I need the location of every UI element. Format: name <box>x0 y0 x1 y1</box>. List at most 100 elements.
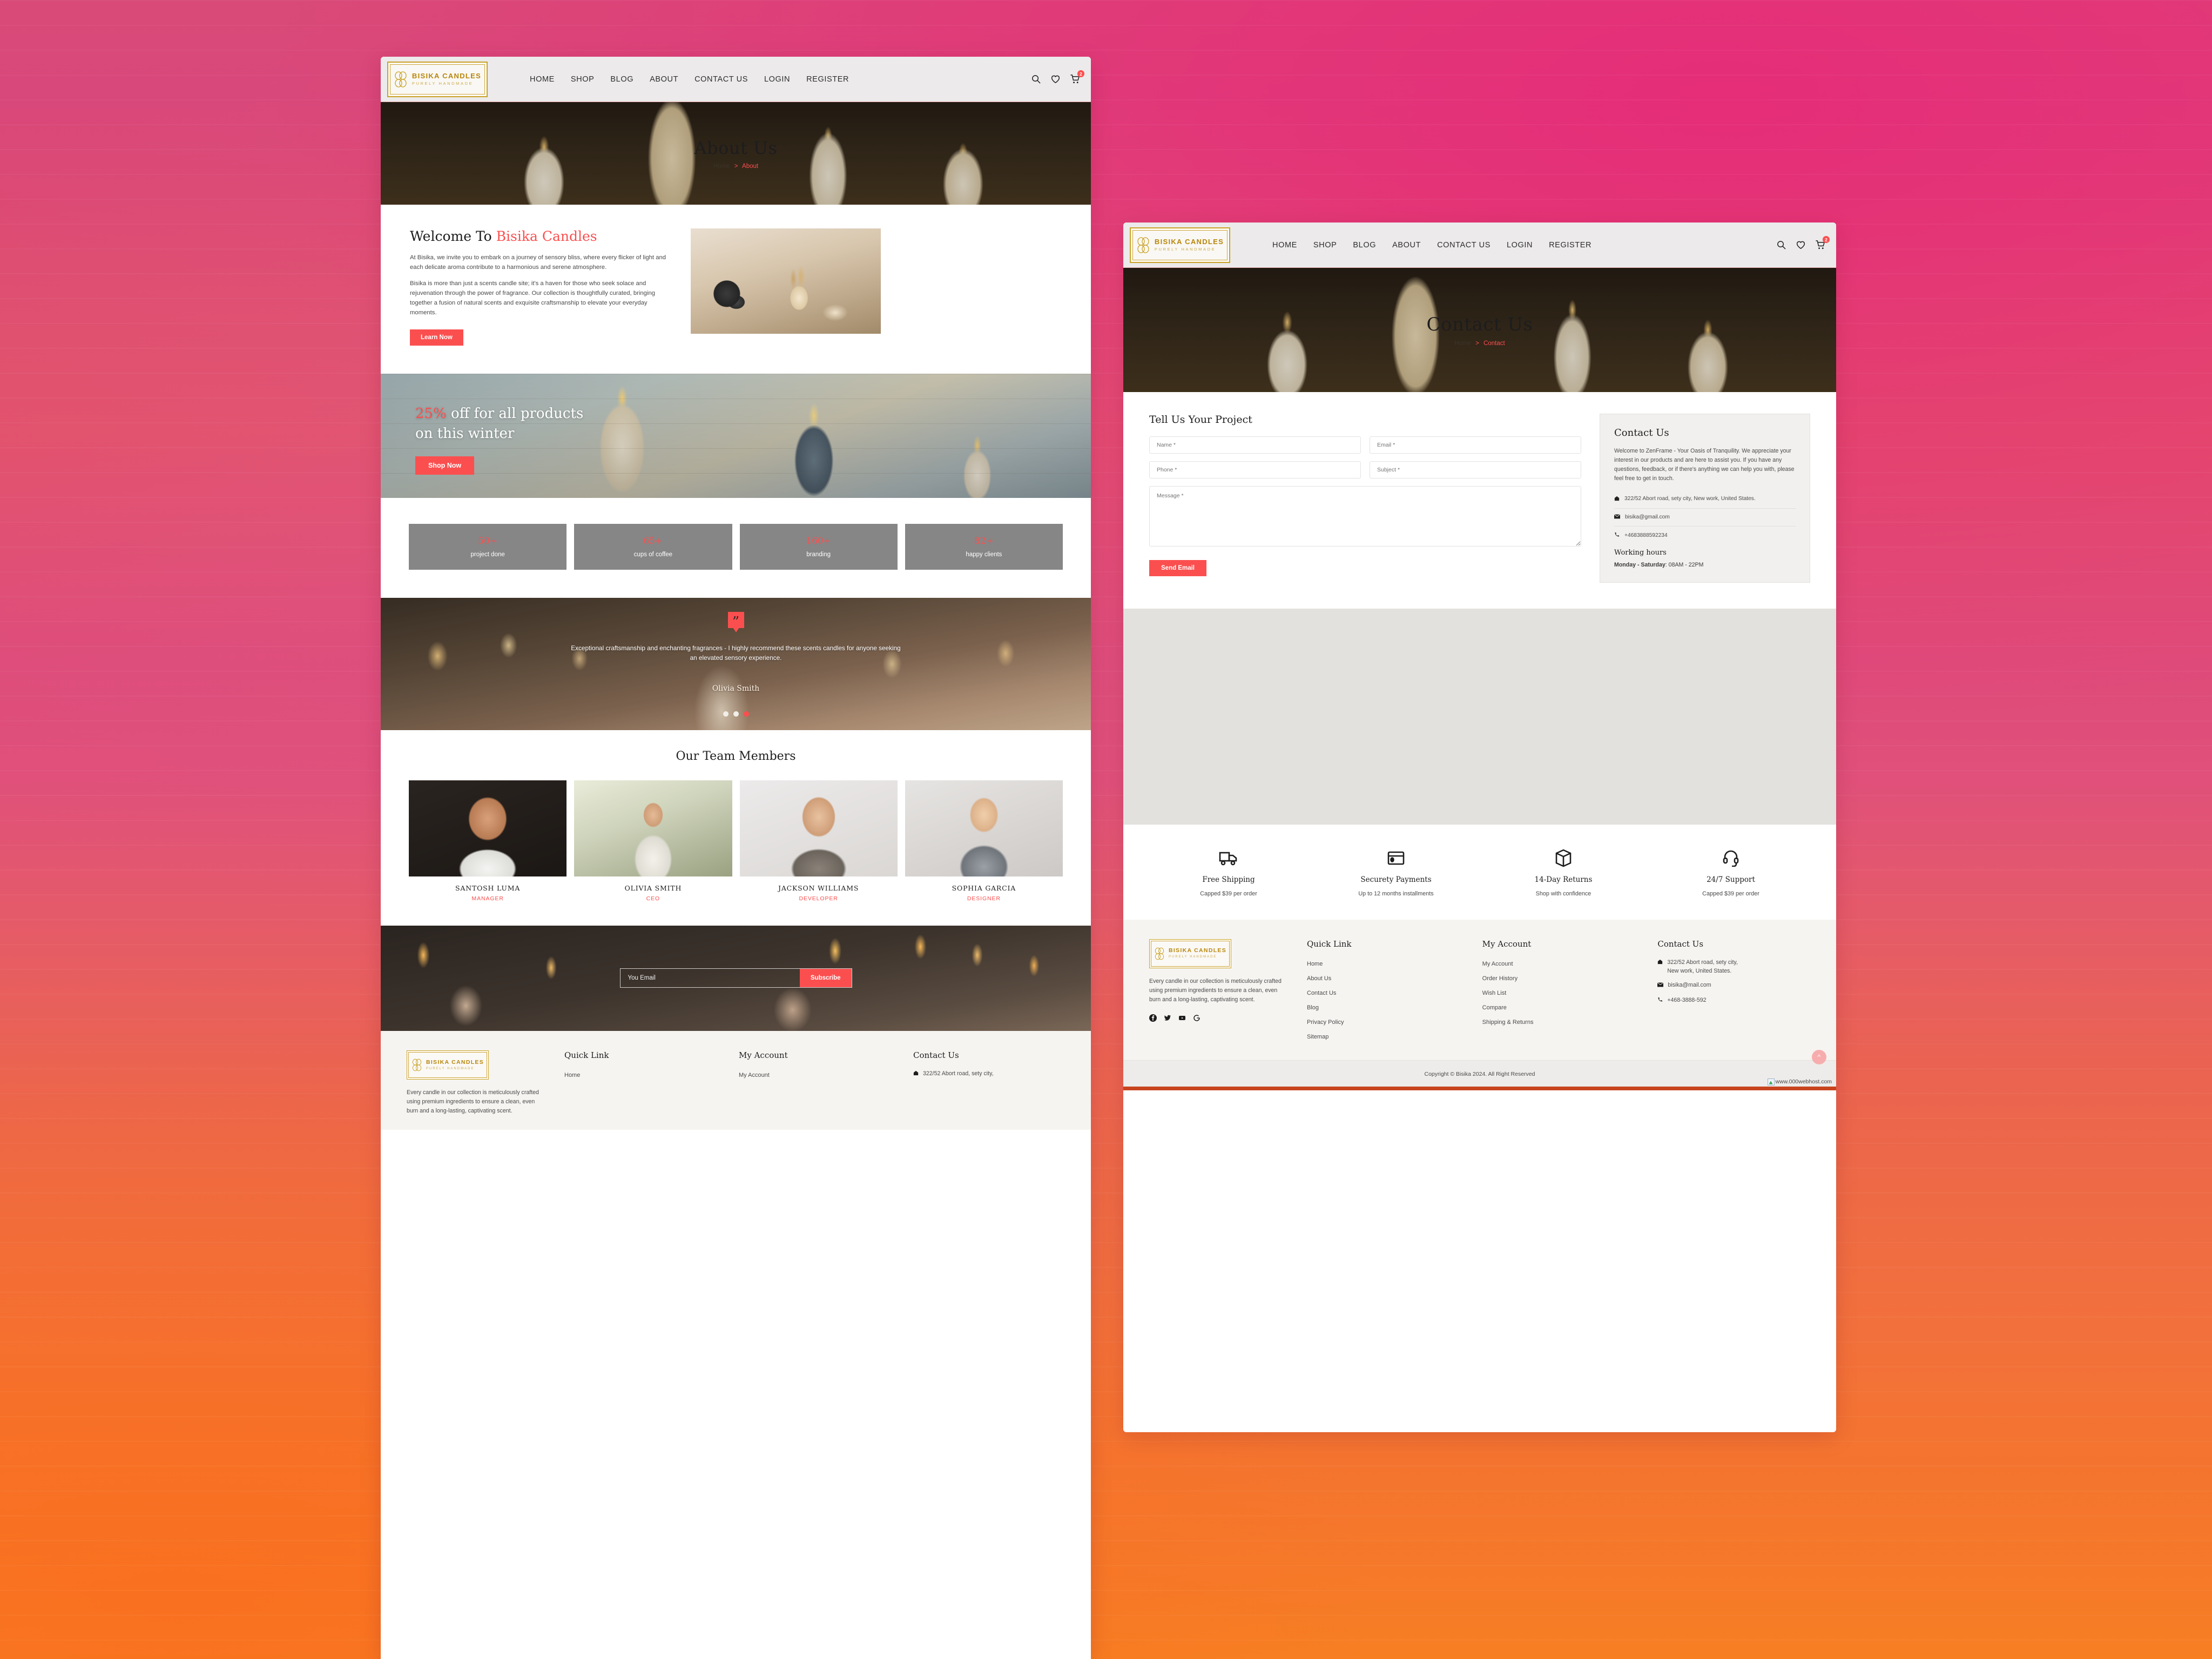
testimonial-author: Olivia Smith <box>712 684 760 693</box>
footer-brand-logo[interactable]: BISIKA CANDLES PURELY HANDMADE <box>1149 939 1231 968</box>
email-field[interactable] <box>1370 436 1581 454</box>
about-page-window[interactable]: BISIKA CANDLES PURELY HANDMADE HOME SHOP… <box>381 57 1091 1659</box>
learn-now-button[interactable]: Learn Now <box>410 329 463 346</box>
send-email-button[interactable]: Send Email <box>1149 560 1206 576</box>
brand-logo[interactable]: BISIKA CANDLES PURELY HANDMADE <box>387 61 488 97</box>
carousel-dot-2[interactable] <box>733 711 739 717</box>
shop-now-button[interactable]: Shop Now <box>415 456 475 475</box>
working-hours-time: 08AM - 22PM <box>1668 561 1704 568</box>
search-icon[interactable] <box>1031 74 1041 84</box>
footer-link-order-history[interactable]: Order History <box>1482 975 1518 982</box>
footer-link-blog[interactable]: Blog <box>1307 1004 1319 1011</box>
nav-item-register[interactable]: REGISTER <box>1549 241 1591 249</box>
info-card-body: Welcome to ZenFrame - Your Oasis of Tran… <box>1614 448 1795 482</box>
welcome-section: Welcome To Bisika Candles At Bisika, we … <box>381 205 1091 374</box>
search-icon[interactable] <box>1776 240 1786 250</box>
footer-brand-logo[interactable]: BISIKA CANDLES PURELY HANDMADE <box>407 1050 489 1080</box>
feature-title: Securety Payments <box>1360 875 1432 884</box>
footer-link-home[interactable]: Home <box>1307 961 1323 967</box>
stat-label: happy clients <box>966 551 1002 558</box>
main-nav[interactable]: HOME SHOP BLOG ABOUT CONTACT US LOGIN RE… <box>1272 241 1591 249</box>
footer-link-shipping-returns[interactable]: Shipping & Returns <box>1482 1019 1534 1026</box>
carousel-dots[interactable] <box>723 711 749 717</box>
nav-item-shop[interactable]: SHOP <box>1313 241 1337 249</box>
info-email: bisika@gmail.com <box>1625 514 1670 521</box>
phone-icon <box>1614 532 1620 539</box>
nav-item-blog[interactable]: BLOG <box>1353 241 1376 249</box>
nav-item-home[interactable]: HOME <box>530 75 555 84</box>
footer-link-about-us[interactable]: About Us <box>1307 975 1331 982</box>
background-wash-top <box>0 0 2212 1659</box>
nav-item-blog[interactable]: BLOG <box>610 75 633 84</box>
team-member-card[interactable]: JACKSON WILLIAMS DEVELOPER <box>739 780 898 902</box>
feature-subtitle: Shop with confidence <box>1535 890 1591 897</box>
main-nav[interactable]: HOME SHOP BLOG ABOUT CONTACT US LOGIN RE… <box>530 75 849 84</box>
cart-icon[interactable]: 2 <box>1815 236 1830 250</box>
nav-item-contact[interactable]: CONTACT US <box>694 75 748 84</box>
footer-email-row[interactable]: bisika@mail.com <box>1657 981 1810 990</box>
subscribe-form[interactable]: Subscribe <box>619 968 852 988</box>
candle-monogram-icon <box>395 71 407 87</box>
breadcrumb-home[interactable]: Home <box>1454 340 1471 347</box>
google-icon[interactable] <box>1193 1014 1201 1022</box>
subject-field[interactable] <box>1370 461 1581 478</box>
feature-title: Free Shipping <box>1202 875 1255 884</box>
nav-item-shop[interactable]: SHOP <box>571 75 595 84</box>
footer-link-wish-list[interactable]: Wish List <box>1482 990 1507 996</box>
footer-link-sitemap[interactable]: Sitemap <box>1307 1034 1328 1040</box>
youtube-icon[interactable] <box>1178 1014 1186 1022</box>
info-card-heading: Contact Us <box>1614 427 1669 439</box>
welcome-title-plain: Welcome To <box>410 228 496 244</box>
carousel-dot-1[interactable] <box>723 711 729 717</box>
envelope-icon <box>1614 514 1621 521</box>
contact-page-window[interactable]: BISIKA CANDLES PURELY HANDMADE HOME SHOP… <box>1123 222 1836 1432</box>
twitter-icon[interactable] <box>1164 1014 1171 1022</box>
team-member-photo <box>409 780 567 876</box>
team-member-card[interactable]: OLIVIA SMITH CEO <box>574 780 732 902</box>
nav-item-about[interactable]: ABOUT <box>650 75 678 84</box>
footer-link-my-account[interactable]: My Account <box>1482 961 1513 967</box>
card-icon <box>1387 847 1405 869</box>
brand-logo[interactable]: BISIKA CANDLES PURELY HANDMADE <box>1130 227 1230 263</box>
team-member-name: SANTOSH LUMA <box>455 884 521 892</box>
message-field[interactable] <box>1149 486 1581 547</box>
broken-image-alt-text: www.000webhost.com <box>1775 1078 1832 1085</box>
footer-link-privacy-policy[interactable]: Privacy Policy <box>1307 1019 1344 1026</box>
working-hours-heading: Working hours <box>1614 548 1667 557</box>
nav-item-home[interactable]: HOME <box>1272 241 1297 249</box>
subscribe-button[interactable]: Subscribe <box>799 969 852 988</box>
breadcrumb-home[interactable]: Home <box>713 163 730 170</box>
info-phone-row[interactable]: +4683888592234 <box>1614 527 1796 547</box>
footer-link-home[interactable]: Home <box>564 1072 580 1078</box>
brand-tagline: PURELY HANDMADE <box>1154 246 1216 252</box>
nav-item-contact[interactable]: CONTACT US <box>1437 241 1491 249</box>
newsletter-email-input[interactable] <box>620 969 800 988</box>
wishlist-heart-icon[interactable] <box>1050 74 1061 84</box>
team-member-card[interactable]: SANTOSH LUMA MANAGER <box>409 780 567 902</box>
site-header: BISIKA CANDLES PURELY HANDMADE HOME SHOP… <box>381 57 1091 102</box>
welcome-title-accent: Bisika Candles <box>496 228 597 244</box>
team-member-name: JACKSON WILLIAMS <box>778 884 859 892</box>
footer-link-my-account[interactable]: My Account <box>739 1072 770 1078</box>
cart-badge: 2 <box>1077 70 1084 77</box>
nav-item-about[interactable]: ABOUT <box>1392 241 1421 249</box>
footer-link-compare[interactable]: Compare <box>1482 1004 1507 1011</box>
candle-monogram-icon <box>1155 947 1164 960</box>
footer-phone-row[interactable]: +468-3888-592 <box>1657 996 1810 1006</box>
carousel-dot-3[interactable] <box>743 711 749 717</box>
footer-link-contact-us[interactable]: Contact Us <box>1307 990 1336 996</box>
facebook-icon[interactable] <box>1149 1014 1157 1022</box>
name-field[interactable] <box>1149 436 1361 454</box>
nav-item-register[interactable]: REGISTER <box>806 75 849 84</box>
wishlist-heart-icon[interactable] <box>1796 240 1806 250</box>
cart-icon[interactable]: 2 <box>1070 70 1084 84</box>
feature-subtitle: Capped $39 per order <box>1200 890 1257 897</box>
map-placeholder[interactable] <box>1123 608 1836 825</box>
social-links[interactable] <box>1149 1014 1284 1022</box>
nav-item-login[interactable]: LOGIN <box>764 75 790 84</box>
phone-field[interactable] <box>1149 461 1361 478</box>
scroll-to-top-button[interactable]: ^ <box>1812 1049 1826 1064</box>
team-member-card[interactable]: SOPHIA GARCIA DESIGNER <box>905 780 1063 902</box>
info-email-row[interactable]: bisika@gmail.com <box>1614 509 1796 527</box>
nav-item-login[interactable]: LOGIN <box>1507 241 1533 249</box>
